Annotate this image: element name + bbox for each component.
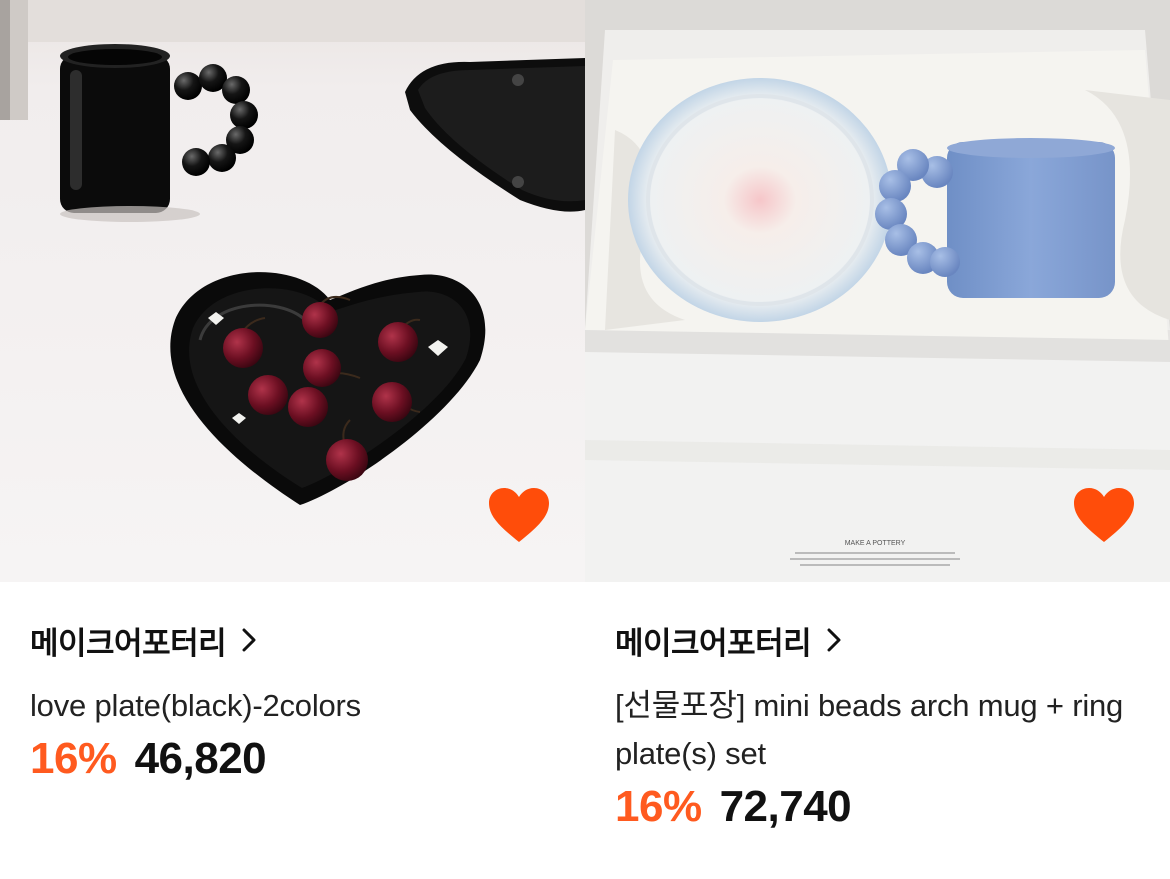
box-print: MAKE A POTTERY [845,540,906,547]
product-info: 메이크어포터리 [선물포장] mini beads arch mug + rin… [615,582,1145,838]
product-image[interactable]: MAKE A POTTERY [585,0,1170,582]
product-image[interactable] [0,0,585,582]
chevron-right-icon [242,628,256,652]
discount-rate: 16% [30,734,117,783]
product-card-2[interactable]: MAKE A POTTERY 메이크어포터리 [선물포장] mini beads… [585,0,1170,879]
sale-price: 46,820 [134,734,267,783]
product-info: 메이크어포터리 love plate(black)-2colors 16% 46… [30,582,560,790]
product-title[interactable]: [선물포장] mini beads arch mug + ring plate(… [615,682,1145,778]
brand-name: 메이크어포터리 [615,625,812,661]
product-title[interactable]: love plate(black)-2colors [30,682,560,730]
like-button[interactable] [487,486,551,544]
product-grid: 메이크어포터리 love plate(black)-2colors 16% 46… [0,0,1170,879]
chevron-right-icon [827,628,841,652]
brand-link[interactable]: 메이크어포터리 [30,620,560,661]
price-row: 16% 72,740 [615,782,1145,838]
product-card-1[interactable]: 메이크어포터리 love plate(black)-2colors 16% 46… [0,0,585,879]
brand-link[interactable]: 메이크어포터리 [615,620,1145,661]
price-row: 16% 46,820 [30,734,560,790]
brand-name: 메이크어포터리 [30,625,227,661]
discount-rate: 16% [615,782,702,831]
like-button[interactable] [1072,486,1136,544]
heart-icon [1074,488,1134,542]
sale-price: 72,740 [719,782,852,831]
heart-icon [489,488,549,542]
